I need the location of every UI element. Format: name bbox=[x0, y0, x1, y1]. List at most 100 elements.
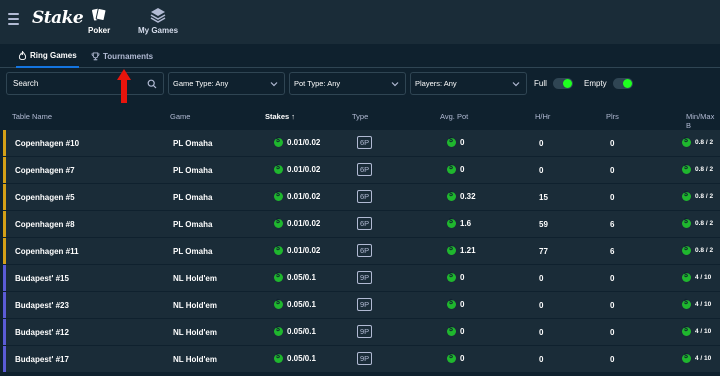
table-row[interactable]: Budapest' #12 NL Hold'em 0.05/0.1 9P 0 0 0 4 / … bbox=[3, 319, 720, 345]
col-type[interactable]: Type bbox=[352, 112, 368, 121]
stakes-cell: 0.01/0.02 bbox=[274, 191, 321, 201]
currency-coin-icon bbox=[274, 191, 283, 201]
pot-type-select[interactable]: Pot Type: Any bbox=[289, 72, 406, 95]
trophy-icon bbox=[91, 51, 100, 60]
hands-per-hour: 0 bbox=[539, 139, 544, 148]
currency-coin-icon bbox=[447, 299, 456, 309]
stakes-cell: 0.01/0.02 bbox=[274, 164, 320, 174]
min-max-value: 0.8 / 2 bbox=[695, 193, 714, 200]
col-table-name[interactable]: Table Name bbox=[12, 112, 52, 121]
search-placeholder: Search bbox=[13, 79, 39, 88]
currency-coin-icon bbox=[447, 137, 456, 147]
table-name: Copenhagen #8 bbox=[15, 220, 75, 229]
hands-per-hour: 0 bbox=[539, 274, 544, 283]
stake-logo[interactable]: Stake bbox=[32, 8, 84, 28]
currency-coin-icon bbox=[682, 353, 691, 363]
currency-coin-icon bbox=[447, 272, 456, 282]
hands-per-hour: 77 bbox=[539, 247, 548, 256]
table-row[interactable]: Copenhagen #11 PL Omaha 0.01/0.02 6P 1.21 77 6… bbox=[3, 238, 720, 264]
stakes-cell: 0.05/0.1 bbox=[274, 272, 316, 282]
avg-pot-cell: 0 bbox=[447, 137, 465, 147]
avg-pot-cell: 0 bbox=[447, 164, 464, 174]
empty-label: Empty bbox=[584, 79, 607, 88]
avg-pot-value: 1.21 bbox=[460, 246, 476, 255]
table-row[interactable]: Budapest' #15 NL Hold'em 0.05/0.1 9P 0 0 0 4 / … bbox=[3, 265, 720, 291]
full-toggle-group: Full bbox=[534, 72, 573, 95]
table-row[interactable]: Budapest' #23 NL Hold'em 0.05/0.1 9P 0 0 0 4 / … bbox=[3, 292, 720, 318]
avg-pot-value: 0 bbox=[460, 354, 465, 363]
annotation-arrow-icon bbox=[117, 69, 131, 103]
full-toggle[interactable] bbox=[552, 78, 573, 89]
search-input[interactable]: Search bbox=[6, 72, 164, 95]
seat-type-badge: 6P bbox=[357, 244, 373, 257]
game-type-select[interactable]: Game Type: Any bbox=[168, 72, 285, 95]
table-name: Copenhagen #7 bbox=[15, 166, 75, 175]
pot-type-value: Pot Type: Any bbox=[294, 79, 341, 88]
tables-list: Table Name Game Stakes ↑ Type Avg. Pot H… bbox=[0, 104, 720, 376]
hands-per-hour: 0 bbox=[539, 301, 544, 310]
players-count: 0 bbox=[610, 193, 615, 202]
currency-coin-icon bbox=[682, 164, 691, 174]
chevron-down-icon bbox=[391, 82, 399, 87]
currency-coin-icon bbox=[447, 245, 456, 255]
game-type: NL Hold'em bbox=[173, 355, 217, 364]
stakes-cell: 0.05/0.1 bbox=[274, 353, 316, 363]
min-max-cell: 0.8 / 2 bbox=[682, 137, 713, 147]
stakes-cell: 0.05/0.1 bbox=[274, 326, 316, 336]
avg-pot-cell: 1.21 bbox=[447, 245, 476, 255]
nav-poker[interactable]: Poker bbox=[88, 6, 110, 35]
avg-pot-value: 1.6 bbox=[460, 219, 472, 228]
table-name: Budapest' #12 bbox=[15, 328, 69, 337]
currency-coin-icon bbox=[274, 299, 283, 309]
currency-coin-icon bbox=[274, 164, 283, 174]
col-game[interactable]: Game bbox=[170, 112, 190, 121]
players-value: Players: Any bbox=[415, 79, 457, 88]
currency-coin-icon bbox=[274, 245, 283, 255]
stakes-value: 0.01/0.02 bbox=[287, 219, 321, 228]
seat-type-badge: 6P bbox=[357, 163, 373, 176]
avg-pot-value: 0.32 bbox=[460, 192, 476, 201]
avg-pot-value: 0 bbox=[460, 138, 465, 147]
min-max-value: 4 / 10 bbox=[695, 274, 712, 281]
fire-icon bbox=[18, 50, 27, 60]
table-row[interactable]: Budapest' #17 NL Hold'em 0.05/0.1 9P 0 0 0 4 / … bbox=[3, 346, 720, 372]
tab-ring-games[interactable]: Ring Games bbox=[16, 44, 79, 68]
avg-pot-cell: 0 bbox=[447, 299, 464, 309]
currency-coin-icon bbox=[682, 218, 691, 228]
stakes-value: 0.01/0.02 bbox=[287, 246, 321, 255]
col-players[interactable]: Plrs bbox=[606, 112, 619, 121]
table-name: Budapest' #17 bbox=[15, 355, 69, 364]
table-row[interactable]: Copenhagen #7 PL Omaha 0.01/0.02 6P 0 0 0 0.8 /… bbox=[3, 157, 720, 183]
players-count: 0 bbox=[610, 301, 615, 310]
players-select[interactable]: Players: Any bbox=[410, 72, 527, 95]
stakes-value: 0.05/0.1 bbox=[287, 273, 316, 282]
table-row[interactable]: Copenhagen #10 PL Omaha 0.01/0.02 6P 0 0 0 0.8 … bbox=[3, 130, 720, 156]
tab-tournaments[interactable]: Tournaments bbox=[91, 44, 153, 68]
table-name: Budapest' #23 bbox=[15, 301, 69, 310]
col-min-max-buyin[interactable]: Min/Max B bbox=[686, 112, 720, 130]
hands-per-hour: 0 bbox=[539, 328, 544, 337]
game-tabs: Ring Games Tournaments bbox=[0, 44, 720, 68]
nav-my-games[interactable]: My Games bbox=[138, 6, 178, 35]
col-hands-per-hour[interactable]: H/Hr bbox=[535, 112, 550, 121]
players-count: 0 bbox=[610, 355, 615, 364]
tab-tournaments-label: Tournaments bbox=[103, 51, 154, 61]
table-row[interactable]: Copenhagen #8 PL Omaha 0.01/0.02 6P 1.6 59 6 0.… bbox=[3, 211, 720, 237]
menu-icon[interactable] bbox=[8, 13, 20, 25]
stakes-value: 0.01/0.02 bbox=[287, 192, 321, 201]
seat-type-badge: 6P bbox=[357, 190, 373, 203]
min-max-cell: 0.8 / 2 bbox=[682, 191, 714, 201]
min-max-value: 4 / 10 bbox=[695, 355, 712, 362]
currency-coin-icon bbox=[274, 353, 283, 363]
table-name: Budapest' #15 bbox=[15, 274, 69, 283]
seat-type-badge: 6P bbox=[357, 136, 373, 149]
col-stakes[interactable]: Stakes ↑ bbox=[265, 112, 295, 121]
game-type: PL Omaha bbox=[173, 247, 213, 256]
empty-toggle[interactable] bbox=[612, 78, 633, 89]
seat-type-badge: 9P bbox=[357, 325, 373, 338]
min-max-value: 0.8 / 2 bbox=[695, 220, 714, 227]
col-avg-pot[interactable]: Avg. Pot bbox=[440, 112, 468, 121]
table-row[interactable]: Copenhagen #5 PL Omaha 0.01/0.02 6P 0.32 15 0 0… bbox=[3, 184, 720, 210]
seat-type-badge: 9P bbox=[357, 352, 373, 365]
avg-pot-cell: 0 bbox=[447, 272, 464, 282]
